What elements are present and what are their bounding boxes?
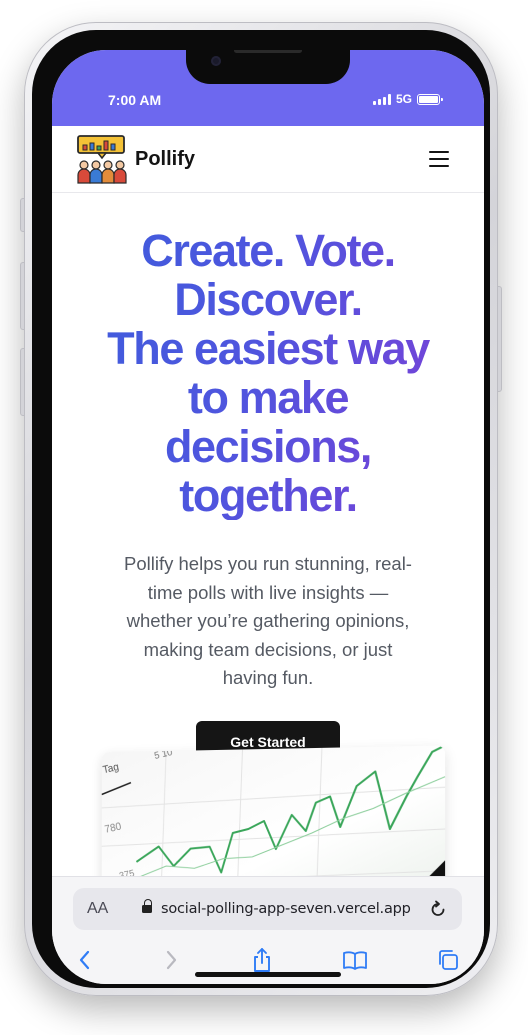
- description-line: making team decisions, or just: [143, 638, 393, 660]
- volume-down-button: [20, 348, 25, 416]
- home-indicator[interactable]: [195, 972, 341, 977]
- text-size-button[interactable]: AA: [87, 900, 108, 918]
- hero-headline: Create. Vote. Discover. The easiest way …: [70, 226, 466, 520]
- power-button: [497, 286, 502, 392]
- network-label: 5G: [396, 92, 413, 106]
- front-camera: [211, 56, 221, 66]
- volume-up-button: [20, 262, 25, 330]
- phone-screen: 7:00 AM 5G Pollify Create. Vote. Discove…: [52, 50, 484, 984]
- address-bar[interactable]: AA social-polling-app-seven.vercel.app: [73, 888, 462, 930]
- speaker-grille: [234, 50, 302, 53]
- forward-chevron-icon[interactable]: [158, 947, 184, 973]
- back-chevron-icon[interactable]: [72, 947, 98, 973]
- battery-level: [419, 95, 439, 103]
- share-icon[interactable]: [249, 947, 275, 973]
- description-line: time polls with live insights —: [147, 581, 389, 603]
- silent-switch: [20, 198, 25, 232]
- hamburger-menu-icon[interactable]: [428, 150, 450, 168]
- status-bar: 7:00 AM 5G: [52, 50, 484, 126]
- brand-name[interactable]: Pollify: [135, 148, 195, 171]
- headline-line: The easiest way: [107, 323, 429, 374]
- headline-line: to make: [187, 372, 349, 423]
- description-line: Pollify helps you run stunning, real-: [124, 553, 412, 574]
- hero-description: Pollify helps you run stunning, real- ti…: [88, 550, 448, 693]
- signal-icon: [373, 93, 391, 105]
- voters-with-chart-logo[interactable]: [76, 135, 128, 185]
- description-line: whether you’re gathering opinions,: [126, 610, 410, 631]
- notch: [186, 50, 350, 84]
- status-time: 7:00 AM: [108, 92, 162, 108]
- phone-bezel: 7:00 AM 5G Pollify Create. Vote. Discove…: [32, 30, 490, 988]
- battery-icon: [417, 93, 444, 105]
- lock-icon: [142, 899, 152, 915]
- navbar: Pollify: [52, 126, 484, 193]
- bookmarks-icon[interactable]: [342, 947, 368, 973]
- headline-line: decisions,: [164, 421, 372, 472]
- description-line: having fun.: [222, 667, 314, 688]
- phone-frame: 7:00 AM 5G Pollify Create. Vote. Discove…: [20, 22, 502, 996]
- tabs-icon[interactable]: [435, 947, 461, 973]
- headline-line: Discover.: [174, 274, 362, 325]
- headline-line: Create. Vote.: [141, 225, 395, 276]
- reload-icon[interactable]: [428, 899, 448, 919]
- headline-line: together.: [179, 470, 357, 521]
- url-text[interactable]: social-polling-app-seven.vercel.app: [161, 901, 411, 917]
- browser-toolbar: AA social-polling-app-seven.vercel.app: [52, 876, 484, 984]
- status-icons: 5G: [373, 92, 444, 106]
